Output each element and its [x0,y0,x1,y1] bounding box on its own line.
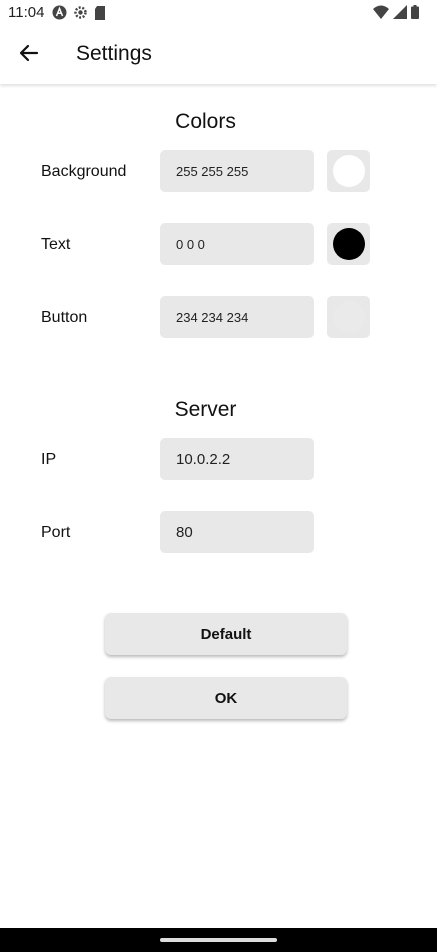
arrow-back-icon [19,43,39,68]
status-time: 11:04 [8,4,45,21]
default-button[interactable]: Default [105,613,347,655]
navigation-bar [0,928,437,952]
ip-label: IP [41,451,57,468]
text-color-field[interactable] [160,223,314,265]
background-label: Background [41,163,127,180]
text-swatch-preview [332,228,365,260]
ok-button[interactable]: OK [105,677,347,719]
background-swatch-preview [332,155,365,187]
button-color-field[interactable] [160,296,314,338]
wifi-icon [373,5,389,24]
button-label: Button [41,309,88,326]
status-icons-left [52,5,106,25]
home-indicator[interactable] [160,938,277,942]
cell-signal-icon [393,5,407,24]
back-button[interactable] [14,40,44,70]
button-swatch-preview [332,301,365,333]
server-section-title: Server [174,398,237,421]
sd-card-icon [94,5,106,25]
battery-icon [411,5,419,24]
text-swatch-button[interactable] [327,223,370,265]
status-bar: 11:04 [0,0,437,26]
button-swatch-button[interactable] [327,296,370,338]
android-a-icon [52,5,67,25]
port-label: Port [41,524,71,541]
ip-field[interactable] [160,438,314,480]
colors-section-title: Colors [175,110,236,133]
settings-gear-icon [73,5,88,25]
background-color-field[interactable] [160,150,314,192]
status-icons-right [373,5,419,24]
background-swatch-button[interactable] [327,150,370,192]
port-field[interactable] [160,511,314,553]
text-label: Text [41,236,71,253]
page-title: Settings [76,42,152,65]
app-bar: Settings [0,26,437,84]
